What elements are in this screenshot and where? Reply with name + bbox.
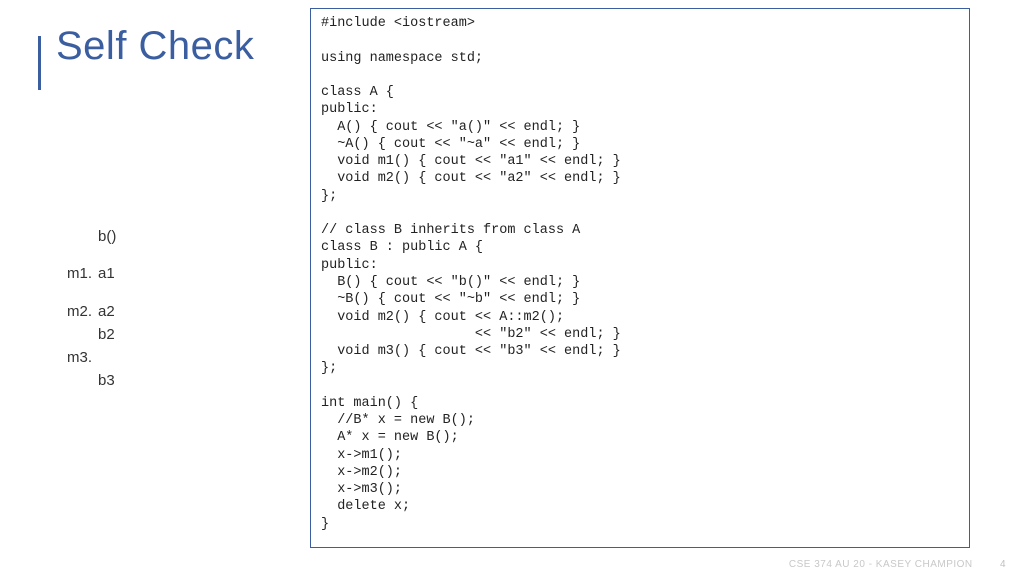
note-label [60,323,98,346]
slide-footer: CSE 374 AU 20 - KASEY CHAMPION 4 [789,559,1006,570]
note-label [60,225,98,248]
left-notes: b() m1. a1 m2. a2 b2 m3. b3 [60,225,138,393]
note-row: b3 [60,369,138,392]
note-row: m3. [60,346,138,369]
note-label [60,369,98,392]
footer-course: CSE 374 AU 20 - KASEY CHAMPION [789,559,973,570]
slide-title-area: Self Check [38,24,254,69]
note-row: b2 [60,323,138,346]
footer-page-number: 4 [1000,559,1006,570]
slide-title: Self Check [56,24,254,69]
title-accent-bar [38,36,41,90]
note-value: b3 [98,369,138,392]
note-value: b2 [98,323,138,346]
code-block: #include <iostream> using namespace std;… [310,8,970,548]
note-row: m2. a2 [60,300,138,323]
note-label: m1. [60,262,98,285]
note-value: a2 [98,300,138,323]
note-label: m3. [60,346,98,369]
note-row: b() [60,225,138,248]
note-label: m2. [60,300,98,323]
note-value: a1 [98,262,138,285]
note-value [98,346,138,369]
note-row: m1. a1 [60,262,138,285]
note-value: b() [98,225,138,248]
